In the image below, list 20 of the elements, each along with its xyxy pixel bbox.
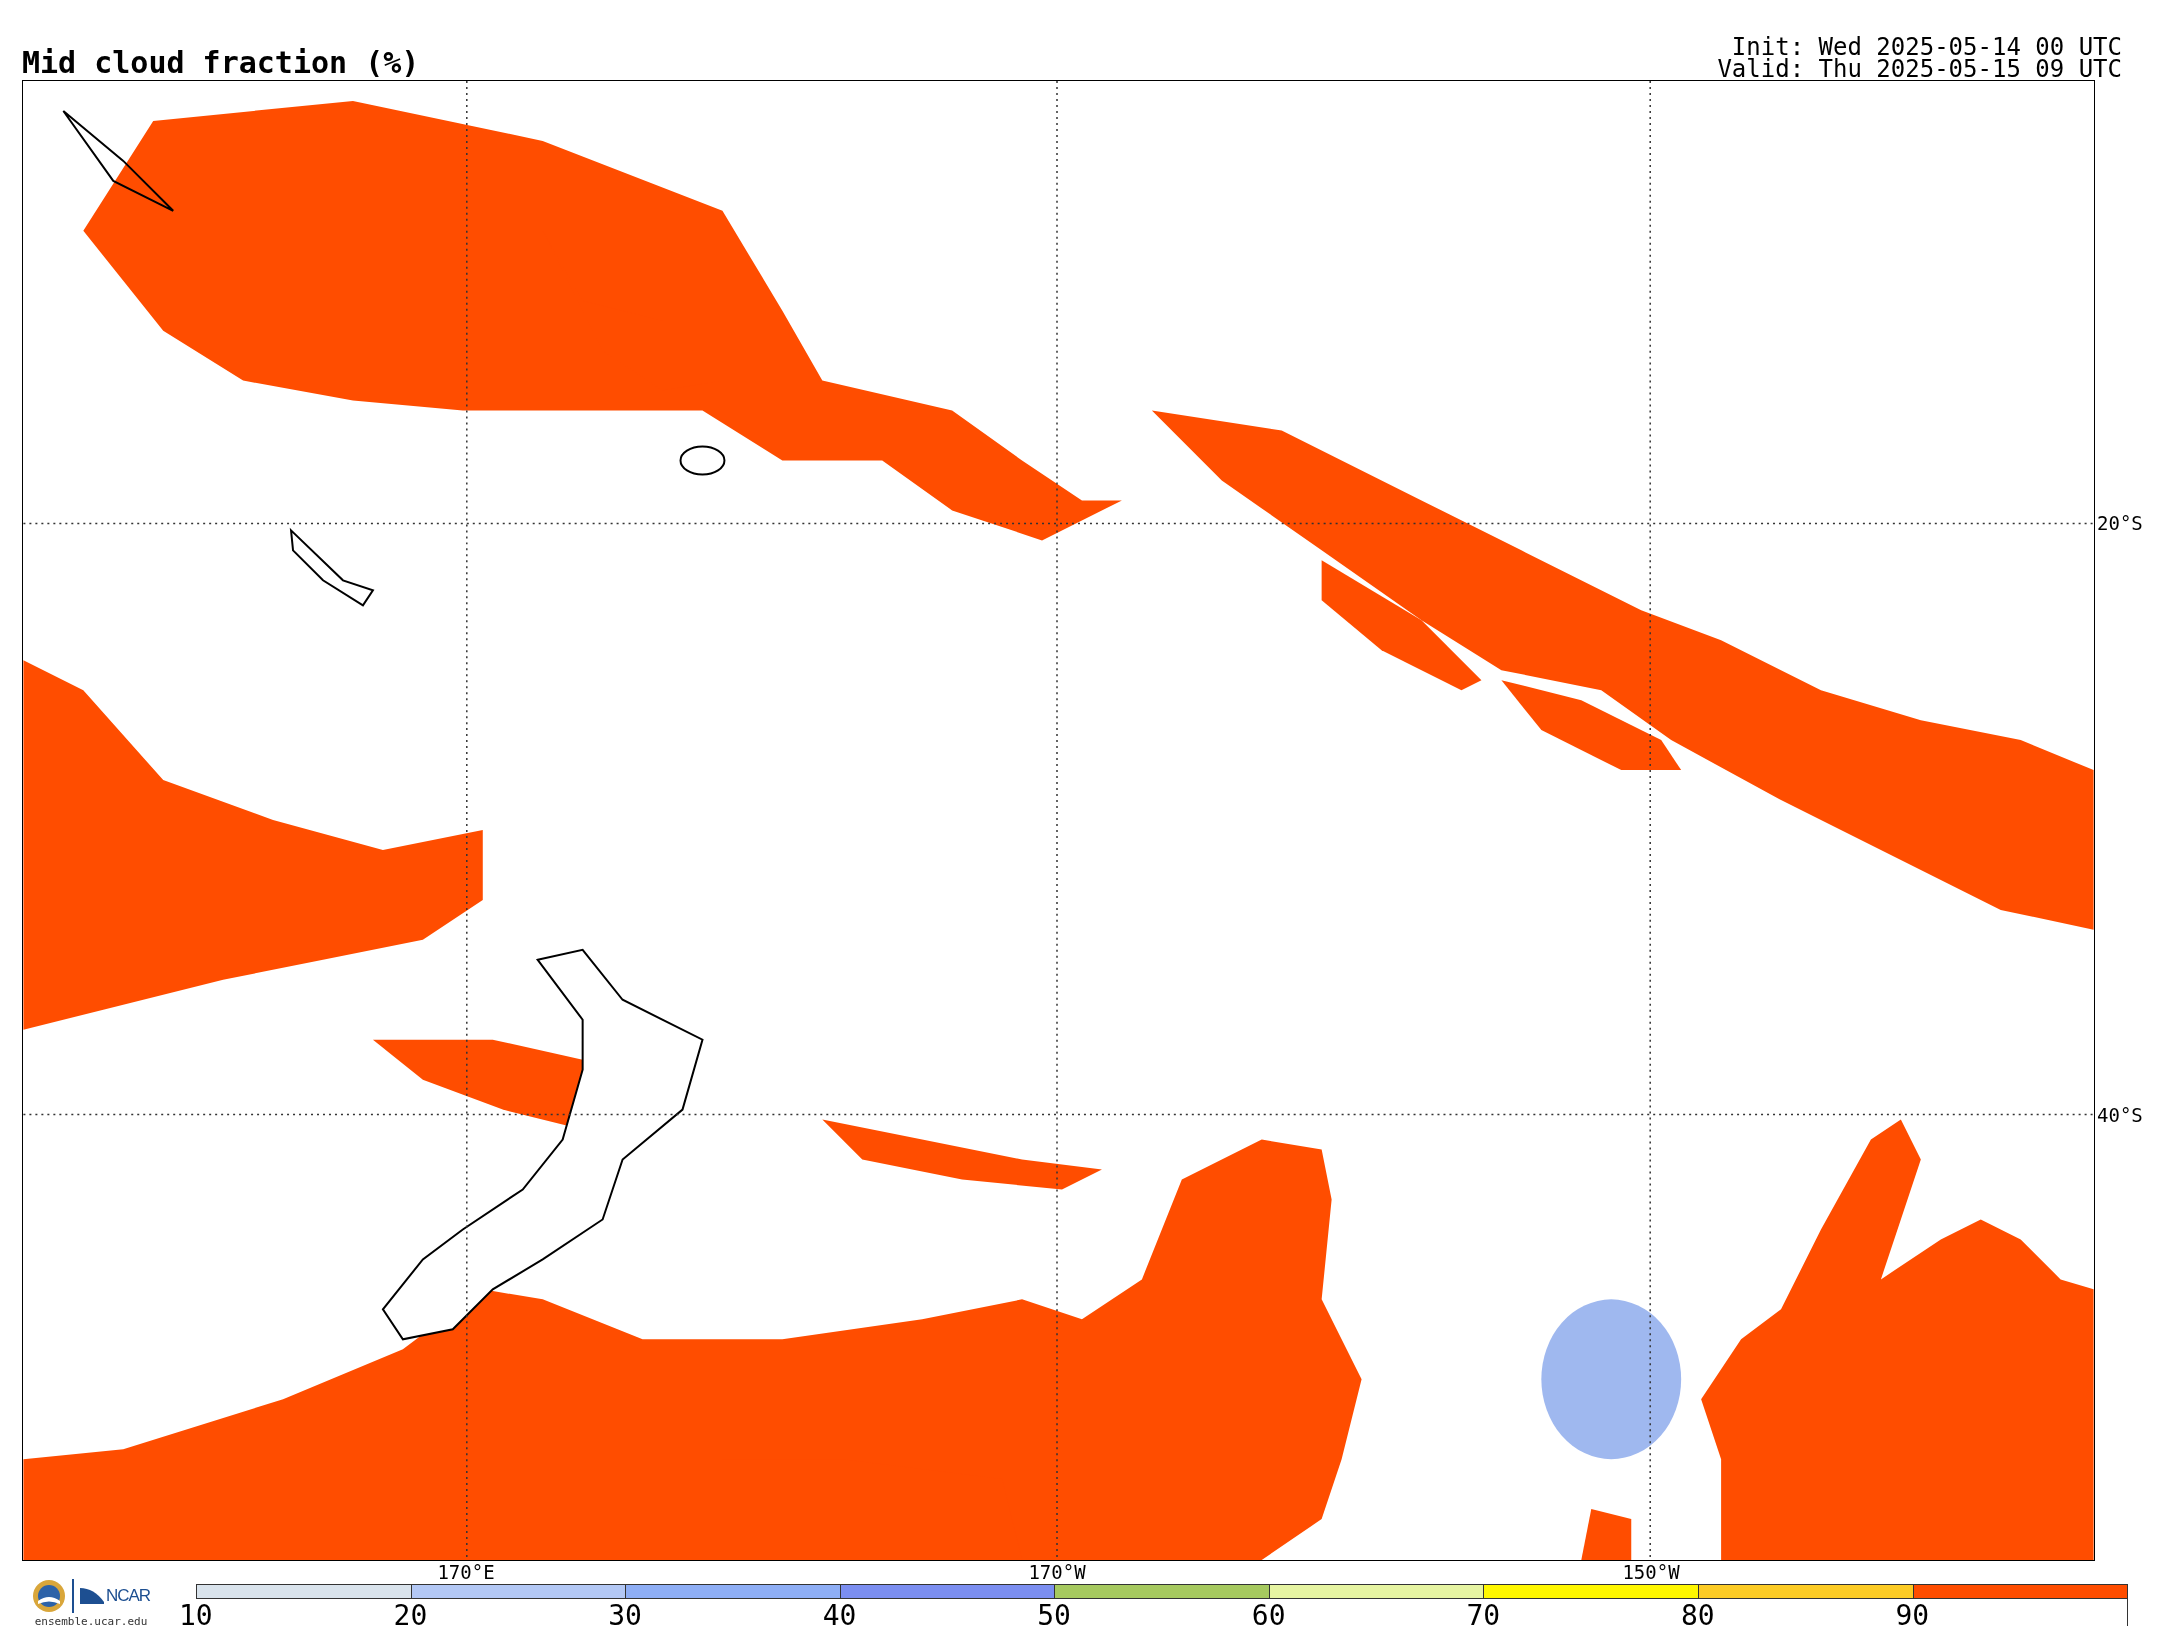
colorbar-tick-label: 90 (1895, 1602, 1930, 1626)
ncar-logo: NCAR (79, 1586, 151, 1606)
colorbar-tick-label: 50 (1037, 1602, 1071, 1626)
longitude-label: 150°W (1622, 1563, 1680, 1582)
colorbar-tick-label: 60 (1251, 1602, 1286, 1626)
valid-time: Valid: Thu 2025-05-15 09 UTC (1717, 58, 2122, 80)
colorbar-tick-label: 30 (608, 1602, 642, 1626)
latitude-label: 40°S (2097, 1105, 2143, 1125)
colorbar-tick-label: 80 (1680, 1602, 1715, 1626)
colorbar-tick-label: 10 (179, 1602, 213, 1626)
colorbar-tick-label: 40 (822, 1602, 857, 1626)
longitude-label: 170°E (437, 1563, 495, 1582)
latitude-label: 20°S (2097, 513, 2143, 533)
colorbar-tick-label: 70 (1466, 1602, 1501, 1626)
colorbar-tick-label: 20 (393, 1602, 428, 1626)
seal-icon (31, 1579, 66, 1613)
chart-title: Mid cloud fraction (%) (22, 48, 420, 78)
site-url: ensemble.ucar.edu (34, 1615, 148, 1626)
init-time: Init: Wed 2025-05-14 00 UTC (1731, 36, 2122, 58)
longitude-label: 170°W (1028, 1563, 1086, 1582)
